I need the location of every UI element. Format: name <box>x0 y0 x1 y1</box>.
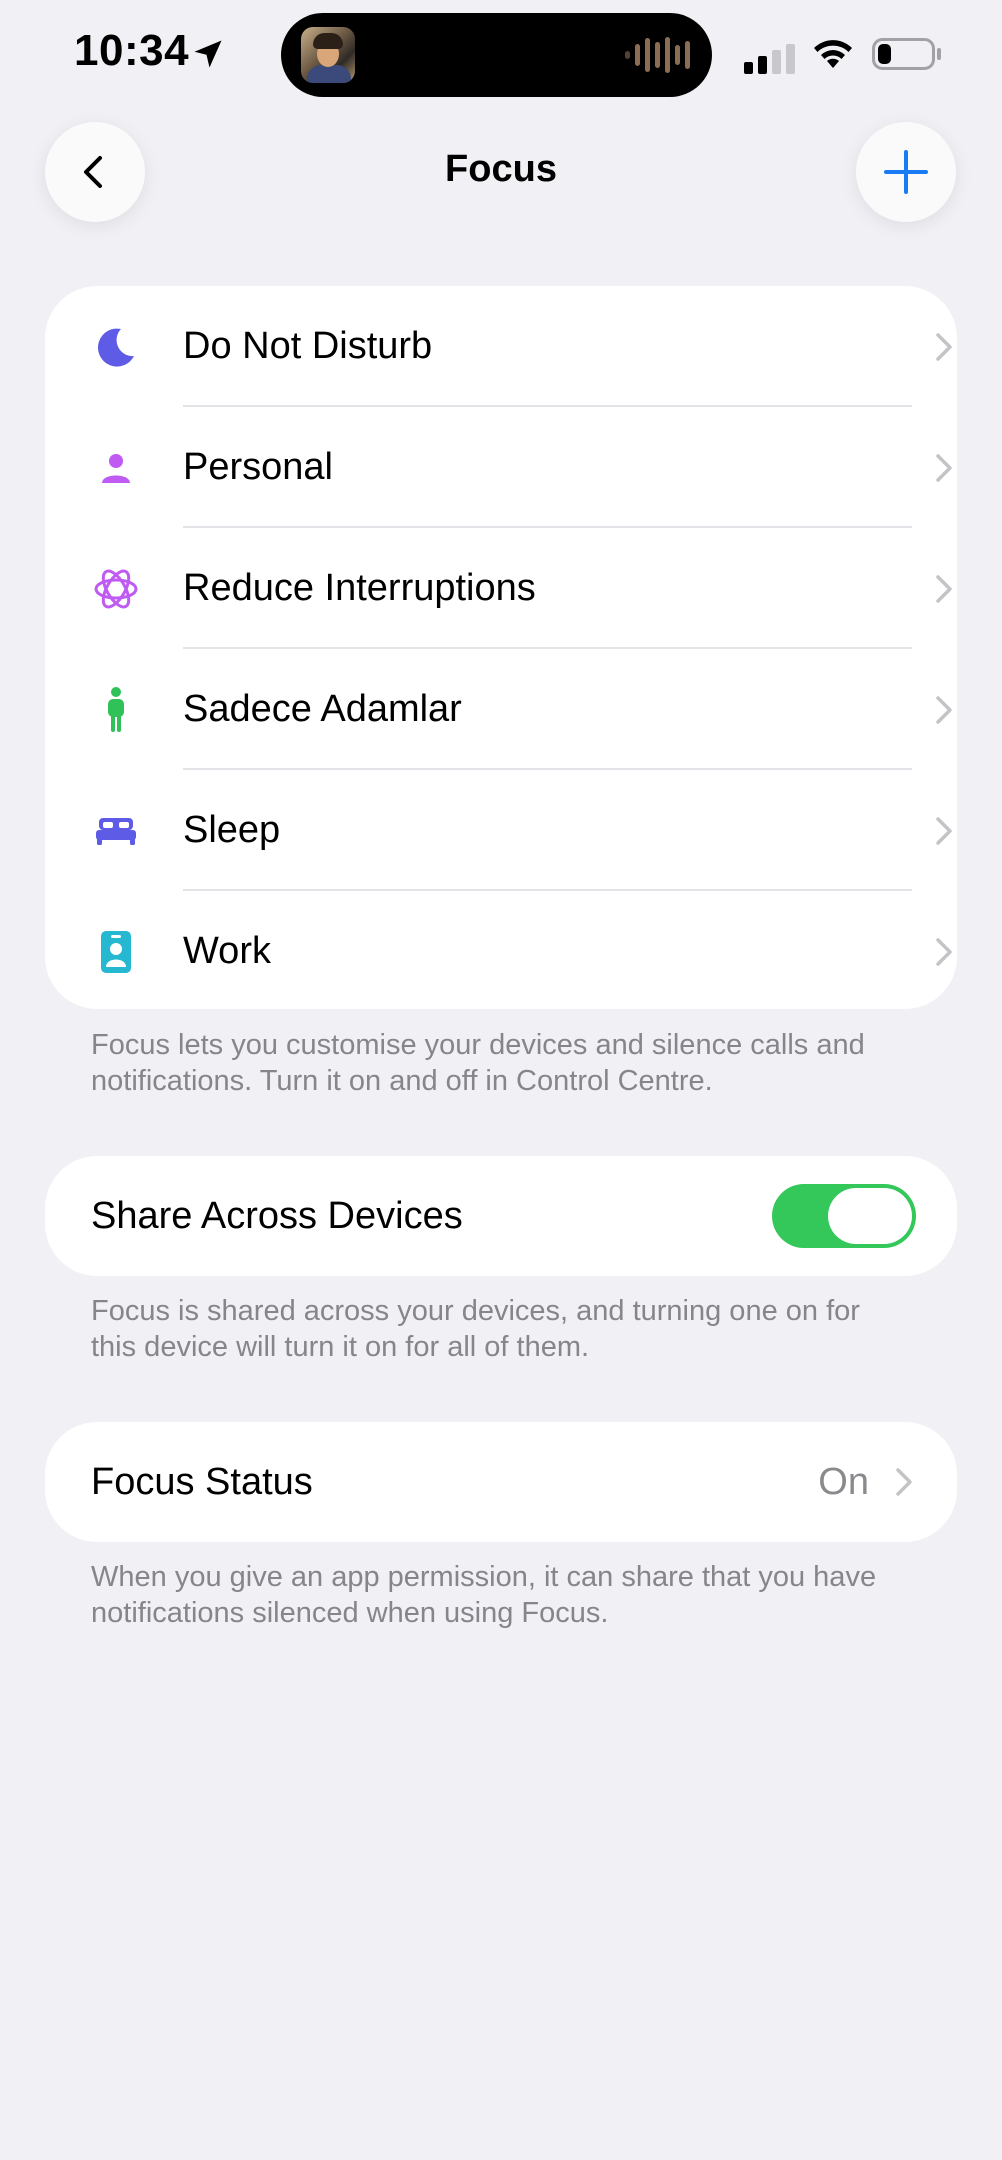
chevron-right-icon <box>936 938 952 966</box>
dynamic-island[interactable] <box>281 13 712 97</box>
wifi-icon <box>814 40 852 68</box>
page-title: Focus <box>445 148 557 190</box>
battery-icon <box>872 38 941 70</box>
chevron-right-icon <box>936 454 952 482</box>
focus-settings-screen: 10:34 Focus Do Not Disturb Personal Redu… <box>0 0 1002 2160</box>
focus-status-label: Focus Status <box>91 1461 313 1503</box>
focus-footnote: Focus lets you customise your devices an… <box>91 1029 865 1097</box>
share-across-devices-label: Share Across Devices <box>91 1195 463 1237</box>
focus-item-work[interactable]: Work <box>45 891 957 1009</box>
focus-item-do-not-disturb[interactable]: Do Not Disturb <box>45 286 957 407</box>
focus-item-sadece-adamlar[interactable]: Sadece Adamlar <box>45 649 957 770</box>
moon-icon <box>93 324 139 370</box>
toggle-knob <box>828 1188 912 1244</box>
chevron-right-icon <box>936 333 952 361</box>
plus-icon <box>884 150 928 194</box>
bed-icon <box>93 808 139 854</box>
focus-item-label: Reduce Interruptions <box>183 567 536 609</box>
focus-item-reduce-interruptions[interactable]: Reduce Interruptions <box>45 528 957 649</box>
focus-modes-list: Do Not Disturb Personal Reduce Interrupt… <box>45 286 957 1009</box>
focus-item-personal[interactable]: Personal <box>45 407 957 528</box>
standing-person-icon <box>93 687 139 733</box>
focus-item-label: Sadece Adamlar <box>183 688 462 730</box>
audio-waveform-icon <box>625 37 690 73</box>
chevron-right-icon <box>936 696 952 724</box>
share-across-devices-row: Share Across Devices <box>45 1156 957 1276</box>
now-playing-thumbnail-icon <box>301 27 355 83</box>
focus-status-footnote: When you give an app permission, it can … <box>91 1561 877 1629</box>
add-focus-button[interactable] <box>856 122 956 222</box>
focus-item-label: Personal <box>183 446 333 488</box>
chevron-right-icon <box>896 1468 912 1496</box>
focus-status-row[interactable]: Focus Status On <box>45 1422 957 1542</box>
location-arrow-icon <box>194 40 222 68</box>
focus-item-sleep[interactable]: Sleep <box>45 770 957 891</box>
focus-item-label: Work <box>183 930 271 972</box>
focus-item-label: Sleep <box>183 809 281 851</box>
chevron-right-icon <box>936 575 952 603</box>
focus-status-value: On <box>818 1461 869 1503</box>
status-time: 10:34 <box>74 26 190 75</box>
share-footnote: Focus is shared across your devices, and… <box>91 1295 860 1363</box>
status-bar: 10:34 <box>0 0 1002 110</box>
chevron-right-icon <box>936 817 952 845</box>
person-icon <box>93 445 139 491</box>
interruptions-icon <box>93 566 139 612</box>
share-across-devices-toggle[interactable] <box>772 1184 916 1248</box>
focus-item-label: Do Not Disturb <box>183 325 433 367</box>
id-badge-icon <box>93 929 139 975</box>
cellular-signal-icon <box>744 44 795 74</box>
